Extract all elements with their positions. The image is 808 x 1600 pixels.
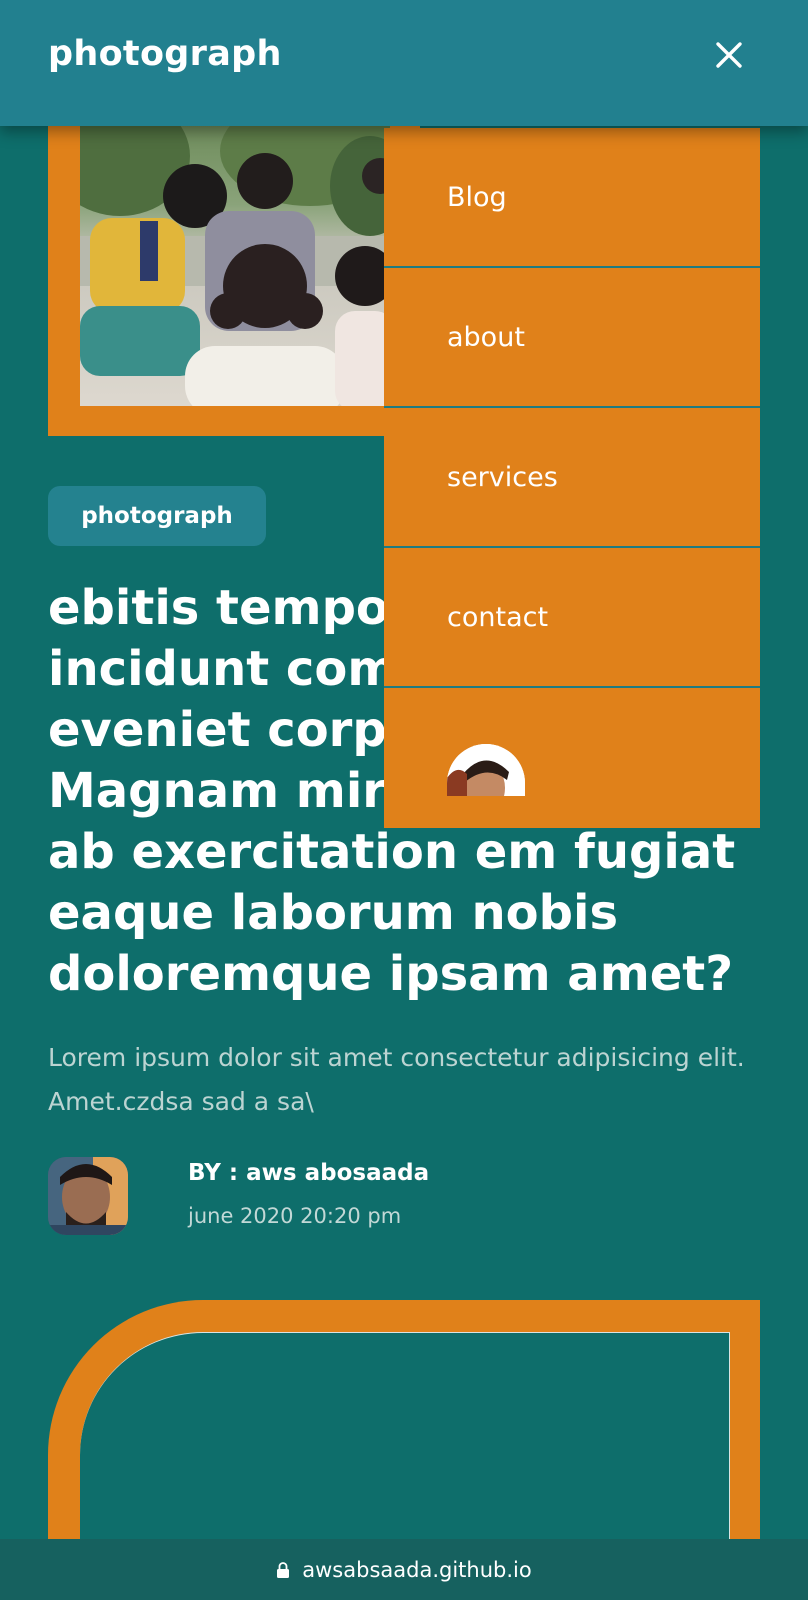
nav-item-label: services bbox=[447, 461, 558, 493]
close-menu-button[interactable] bbox=[712, 38, 746, 72]
avatar[interactable] bbox=[447, 744, 525, 796]
url-text: awsabsaada.github.io bbox=[302, 1557, 532, 1582]
top-navbar: photograph bbox=[0, 0, 808, 126]
post-excerpt: Lorem ipsum dolor sit amet consectetur a… bbox=[48, 1043, 745, 1116]
category-badge[interactable]: photograph bbox=[48, 486, 266, 546]
nav-item-label: about bbox=[447, 321, 525, 353]
close-icon bbox=[716, 42, 742, 68]
hero-image-frame bbox=[48, 110, 420, 436]
post-date: june 2020 20:20 pm bbox=[188, 1204, 402, 1228]
nav-item-label: contact bbox=[447, 601, 549, 633]
nav-item-blog[interactable]: Blog bbox=[384, 128, 760, 268]
dropdown-nav-menu: Blog about services contact bbox=[384, 128, 760, 828]
nav-item-contact[interactable]: contact bbox=[384, 548, 760, 688]
browser-url-bar[interactable]: awsabsaada.github.io bbox=[0, 1539, 808, 1600]
nav-item-profile[interactable] bbox=[384, 688, 760, 828]
title-line: eaque laborum nobis bbox=[48, 885, 619, 941]
nav-item-about[interactable]: about bbox=[384, 268, 760, 408]
brand-logo-text[interactable]: photograph bbox=[48, 34, 282, 74]
title-line: doloremque ipsam amet? bbox=[48, 946, 734, 1002]
hero-photo bbox=[80, 126, 390, 406]
author-avatar[interactable] bbox=[48, 1157, 128, 1235]
title-line: ab exercitation em fugiat bbox=[48, 824, 736, 880]
nav-item-label: Blog bbox=[447, 181, 507, 213]
author-name: BY : aws abosaada bbox=[188, 1160, 430, 1186]
nav-item-services[interactable]: services bbox=[384, 408, 760, 548]
lock-icon bbox=[276, 1561, 290, 1579]
